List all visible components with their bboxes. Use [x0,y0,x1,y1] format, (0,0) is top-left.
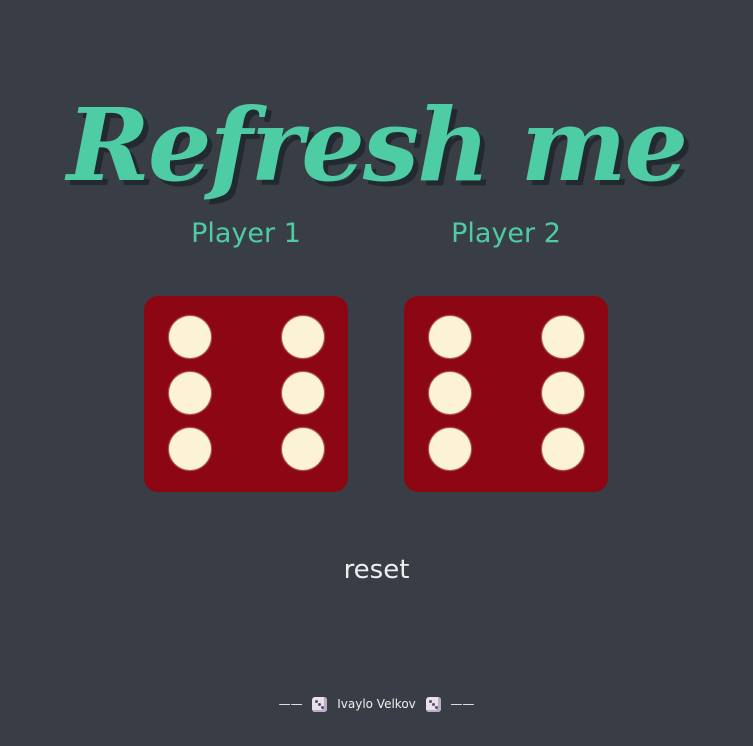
die-pip [542,372,584,414]
reset-button[interactable]: reset [0,550,753,590]
die-pip [282,372,324,414]
footer: —— Ivaylo Velkov —— [0,692,753,716]
player-2-label: Player 2 [451,218,561,249]
die-pip [169,316,211,358]
die-pip [169,372,211,414]
footer-left-dash: —— [278,697,303,711]
die-pip [282,428,324,470]
die-pip [429,316,471,358]
dice-icon [312,697,328,712]
die-pip [429,372,471,414]
die-pip [429,428,471,470]
page-title: Refresh me [66,86,688,204]
footer-right-dash: —— [450,697,475,711]
die-pip [282,316,324,358]
player-2-die [404,296,608,492]
die-pip [542,316,584,358]
die-pip [169,428,211,470]
player-1-label: Player 1 [191,218,301,249]
dice-icon [425,697,441,712]
die-pip [542,428,584,470]
footer-author: Ivaylo Velkov [337,697,416,711]
player-1-die [144,296,348,492]
